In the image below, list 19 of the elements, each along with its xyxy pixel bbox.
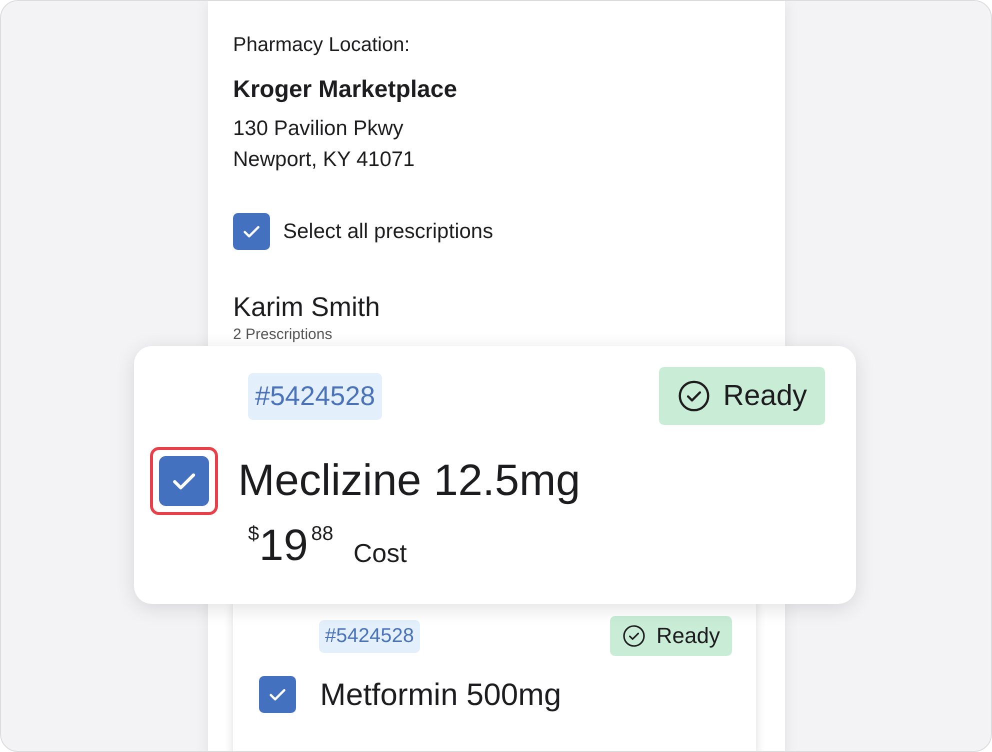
checkbox[interactable] [259, 676, 296, 713]
checkbox[interactable] [233, 213, 270, 250]
prescription-count: 2 Prescriptions [233, 326, 334, 344]
status-badge: Ready [659, 367, 825, 425]
address-line: 130 Pavilion Pkwy [233, 116, 404, 142]
patient-name: Karim Smith [233, 291, 382, 324]
check-circle-icon [622, 624, 646, 648]
select-all-label: Select all prescriptions [283, 220, 494, 244]
location-label: Pharmacy Location: [233, 33, 411, 58]
status-badge: Ready [610, 616, 732, 656]
address-line: Newport, KY 41071 [233, 147, 416, 173]
rx-number: #5424528 [248, 372, 382, 420]
price-label: Cost [353, 537, 407, 570]
check-circle-icon [677, 379, 712, 413]
pharmacy-name: Kroger Marketplace [233, 75, 458, 105]
drug-name: Meclizine 12.5mg [238, 456, 580, 506]
drug-name: Metformin 500mg [320, 676, 562, 712]
checkbox[interactable] [159, 456, 209, 506]
rx-number: #5424528 [319, 620, 420, 652]
